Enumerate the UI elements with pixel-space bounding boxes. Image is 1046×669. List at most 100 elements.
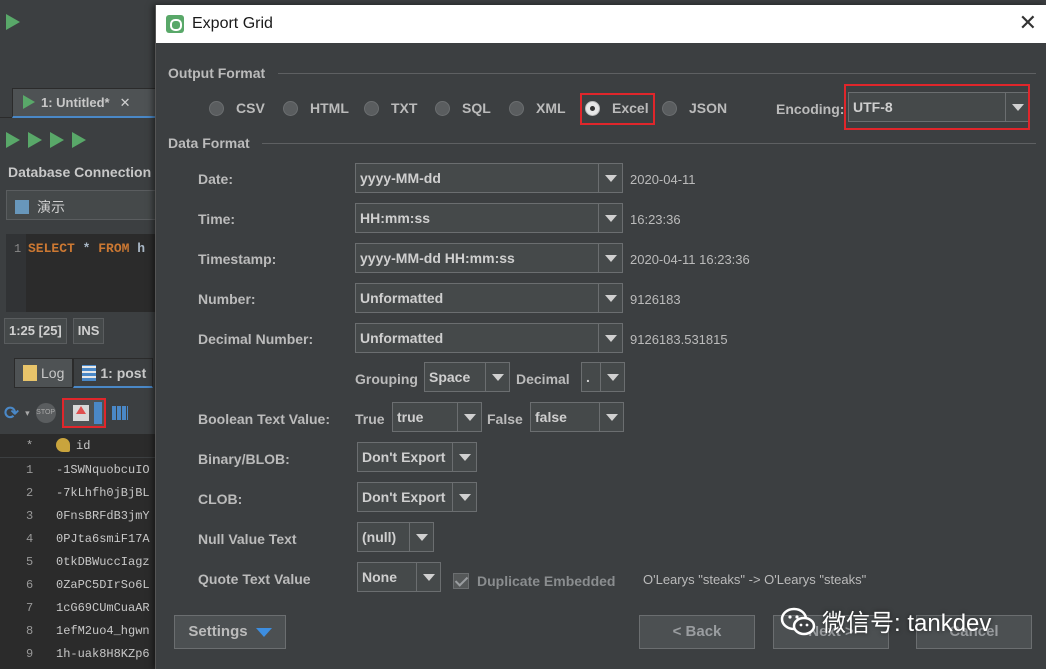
blob-select[interactable]: Don't Export xyxy=(357,442,477,472)
execute-icon[interactable] xyxy=(6,132,20,148)
decimal-separator-select[interactable]: . xyxy=(581,362,625,392)
cell-id[interactable]: 1h-uak8H8KZp6 xyxy=(56,647,150,661)
close-icon[interactable]: ✕ xyxy=(1019,11,1037,35)
cell-id[interactable]: 1cG69CUmCuaAR xyxy=(56,601,150,615)
table-row[interactable]: 9 1h-uak8H8KZp6 xyxy=(0,642,160,665)
table-row[interactable]: 1 -1SWNquobcuIO xyxy=(0,458,160,481)
table-row[interactable]: 2 -7kLhfh0jBjBL xyxy=(0,481,160,504)
dialog-titlebar[interactable]: Export Grid ✕ xyxy=(156,5,1046,43)
false-value-select[interactable]: false xyxy=(530,402,624,432)
editor-tab-untitled[interactable]: 1: Untitled* ✕ xyxy=(12,88,158,118)
chevron-down-icon xyxy=(457,403,481,431)
date-format-select[interactable]: yyyy-MM-dd xyxy=(355,163,623,193)
date-sample: 2020-04-11 xyxy=(630,172,696,187)
radio-dot xyxy=(662,101,677,116)
format-radio-xml[interactable]: XML xyxy=(509,100,566,120)
back-button[interactable]: < Back xyxy=(639,615,755,649)
grid-header-id[interactable]: id xyxy=(76,439,90,453)
explain-plan-icon[interactable] xyxy=(72,132,86,148)
settings-button[interactable]: Settings xyxy=(174,615,286,649)
timestamp-label: Timestamp: xyxy=(198,251,277,267)
sql-editor[interactable]: 1 SELECT * FROM h xyxy=(6,234,156,312)
timestamp-format-select[interactable]: yyyy-MM-dd HH:mm:ss xyxy=(355,243,623,273)
tab-close-icon[interactable]: ✕ xyxy=(120,95,131,110)
clob-label: CLOB: xyxy=(198,491,243,507)
tab-result-grid[interactable]: 1: post xyxy=(73,358,154,388)
table-row[interactable]: 8 1efM2uo4_hgwn xyxy=(0,619,160,642)
decimal-number-format-select[interactable]: Unformatted xyxy=(355,323,623,353)
grouping-select[interactable]: Space xyxy=(424,362,510,392)
quote-text-label: Quote Text Value xyxy=(198,571,311,587)
sql-file-icon xyxy=(23,95,35,109)
refresh-icon[interactable]: ⟳ xyxy=(4,403,19,424)
cell-id[interactable]: 0PJta6smiF17A xyxy=(56,532,150,546)
table-row[interactable]: 7 1cG69CUmCuaAR xyxy=(0,596,160,619)
quote-text-select[interactable]: None xyxy=(357,562,441,592)
grid-view-icon[interactable] xyxy=(111,406,128,420)
editor-tab-bar: 1: Untitled* ✕ xyxy=(0,88,160,118)
db-connection-select[interactable]: 演示 xyxy=(6,190,156,220)
blob-label: Binary/BLOB: xyxy=(198,451,290,467)
data-format-label: Data Format xyxy=(168,135,250,151)
decimal-number-format-value: Unformatted xyxy=(360,330,444,346)
execute-script-icon[interactable] xyxy=(50,132,64,148)
format-radio-txt[interactable]: TXT xyxy=(364,100,417,120)
format-radio-html[interactable]: HTML xyxy=(283,100,349,120)
table-row[interactable]: 6 0ZaPC5DIrSo6L xyxy=(0,573,160,596)
format-radio-sql[interactable]: SQL xyxy=(435,100,491,120)
database-icon xyxy=(15,200,29,214)
row-number: 9 xyxy=(26,647,34,661)
wechat-watermark: 微信号: tankdev xyxy=(780,603,991,647)
null-value-select[interactable]: (null) xyxy=(357,522,434,552)
cell-id[interactable]: 1efM2uo4_hgwn xyxy=(56,624,150,638)
sql-keyword-select: SELECT xyxy=(28,241,75,256)
grid-header: * id xyxy=(0,434,160,458)
row-number: 4 xyxy=(26,532,34,546)
cell-id[interactable]: 0tkDBWuccIagz xyxy=(56,555,150,569)
time-format-select[interactable]: HH:mm:ss xyxy=(355,203,623,233)
tab-log[interactable]: Log xyxy=(14,358,74,388)
chevron-down-icon xyxy=(255,628,272,637)
cell-id[interactable]: -1SWNquobcuIO xyxy=(56,463,150,477)
number-label: Number: xyxy=(198,291,256,307)
log-icon xyxy=(23,365,37,381)
editor-status-bar: 1:25 [25] INS xyxy=(4,318,105,344)
data-format-section: Data Format xyxy=(168,135,1038,151)
number-format-select[interactable]: Unformatted xyxy=(355,283,623,313)
stop-icon[interactable]: STOP xyxy=(35,403,56,423)
export-grid-dialog: Export Grid ✕ Output Format CSV HTML TXT… xyxy=(155,5,1046,669)
export-dropdown-icon[interactable] xyxy=(93,402,102,424)
chevron-down-icon xyxy=(416,563,440,591)
false-value: false xyxy=(535,409,567,425)
encoding-highlight-box xyxy=(844,84,1030,130)
export-grid-button[interactable] xyxy=(61,398,106,428)
table-row[interactable]: 4 0PJta6smiF17A xyxy=(0,527,160,550)
table-row[interactable]: 3 0FnsBRFdB3jmY xyxy=(0,504,160,527)
refresh-dropdown-icon[interactable]: ▾ xyxy=(25,408,30,419)
tab-result-label: 1: post xyxy=(100,365,147,381)
format-radio-json[interactable]: JSON xyxy=(662,100,727,120)
chevron-down-icon xyxy=(452,443,476,471)
export-arrow-icon xyxy=(75,406,86,414)
app-logo-icon xyxy=(6,14,20,30)
chevron-down-icon xyxy=(599,403,623,431)
execute-selection-icon[interactable] xyxy=(28,132,42,148)
cell-id[interactable]: -7kLhfh0jBjBL xyxy=(56,486,150,500)
radio-dot xyxy=(283,101,298,116)
null-value: (null) xyxy=(362,529,397,545)
clob-select[interactable]: Don't Export xyxy=(357,482,477,512)
cell-id[interactable]: 0ZaPC5DIrSo6L xyxy=(56,578,150,592)
date-label: Date: xyxy=(198,171,234,187)
true-label: True xyxy=(355,411,385,427)
quote-text-value: None xyxy=(362,569,397,585)
cell-id[interactable]: 0FnsBRFdB3jmY xyxy=(56,509,150,523)
radio-dot xyxy=(435,101,450,116)
format-label-txt: TXT xyxy=(391,100,418,116)
sql-star: * xyxy=(74,241,99,256)
chevron-down-icon xyxy=(452,483,476,511)
true-value-select[interactable]: true xyxy=(392,402,482,432)
sql-table-fragment: h xyxy=(129,241,146,256)
format-radio-csv[interactable]: CSV xyxy=(209,100,265,120)
table-row[interactable]: 5 0tkDBWuccIagz xyxy=(0,550,160,573)
duplicate-embedded-checkbox[interactable]: Duplicate Embedded xyxy=(453,573,615,589)
